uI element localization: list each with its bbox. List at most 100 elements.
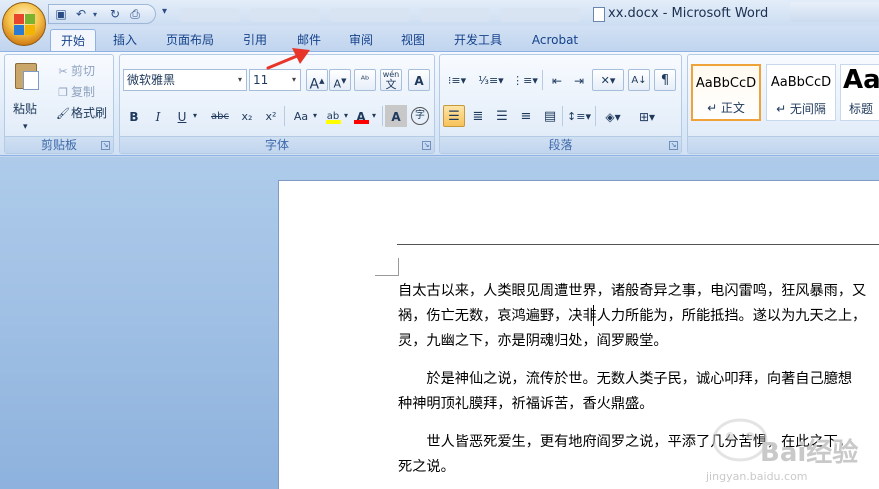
ribbon: 粘贴 ▾ ✂ 剪切 ❐ 复制 🖌格式刷 剪贴板 ↘ 微软雅黑 ▾ 11 ▾ A▲ A…: [0, 51, 879, 156]
tab-page-layout[interactable]: 页面布局: [160, 29, 220, 52]
style-sample: AaBbCcD: [770, 75, 832, 90]
paste-dropdown-icon[interactable]: ▾: [23, 117, 28, 137]
body-line[interactable]: 死之说。: [398, 455, 455, 480]
paragraph-group-label: 段落: [440, 136, 681, 153]
clipboard-launcher-icon[interactable]: ↘: [101, 141, 110, 150]
tab-developer[interactable]: 开发工具: [446, 29, 510, 52]
justify-button[interactable]: ≡: [515, 105, 537, 127]
print-preview-icon[interactable]: ⎙: [127, 7, 143, 22]
separator: [595, 106, 596, 126]
paste-icon[interactable]: [13, 61, 41, 91]
style-name: 标题: [849, 102, 874, 116]
italic-button[interactable]: I: [147, 105, 169, 127]
annotation-arrow-icon: [266, 48, 310, 70]
cut-label: 剪切: [71, 64, 96, 78]
decrease-indent-button[interactable]: ⇤: [546, 69, 568, 91]
font-name-value: 微软雅黑: [127, 73, 176, 87]
style-heading[interactable]: Aa 标题: [840, 64, 879, 121]
align-left-button[interactable]: ☰: [443, 105, 465, 127]
shrink-font-button[interactable]: A▼: [329, 69, 351, 91]
font-group-label: 字体: [120, 136, 434, 153]
tab-home[interactable]: 开始: [50, 29, 96, 52]
strikethrough-button[interactable]: abc: [206, 105, 234, 127]
format-painter-button[interactable]: 🖌格式刷: [55, 103, 107, 123]
window-controls[interactable]: [790, 2, 879, 22]
clear-formatting-button[interactable]: ᴬᵇ: [354, 69, 376, 91]
tab-acrobat[interactable]: Acrobat: [524, 29, 586, 52]
highlight-color-bar: [326, 120, 341, 124]
separator: [562, 106, 563, 126]
font-launcher-icon[interactable]: ↘: [422, 141, 431, 150]
blurred-taskbar-item: [420, 8, 490, 22]
style-no-spacing[interactable]: AaBbCcD ↵ 无间隔: [766, 64, 836, 121]
font-color-button[interactable]: A: [350, 105, 372, 127]
body-line[interactable]: 於是神仙之说，流传於世。无数人类子民，诚心叩拜，向著自己臆想: [398, 367, 852, 392]
styles-group-label: [688, 136, 879, 153]
change-case-button[interactable]: Aa: [288, 105, 314, 127]
multilevel-list-button[interactable]: ⋮≡▾: [510, 69, 540, 91]
body-line[interactable]: 自太古以来，人类眼见周遭世界，诸般奇异之事，电闪雷鸣，狂风暴雨，又: [398, 279, 866, 304]
undo-dropdown-icon[interactable]: ▾: [87, 7, 103, 22]
ribbon-tabs: 开始 插入 页面布局 引用 邮件 审阅 视图 开发工具 Acrobat: [0, 26, 879, 52]
separator: [284, 106, 285, 126]
show-hide-marks-button[interactable]: ¶: [654, 69, 676, 91]
align-center-button[interactable]: ≣: [467, 105, 489, 127]
tab-review[interactable]: 审阅: [340, 29, 382, 52]
body-line[interactable]: 灵，九幽之下，亦是阴魂归处，阎罗殿堂。: [398, 329, 668, 354]
styles-group: AaBbCcD ↵ 正文 AaBbCcD ↵ 无间隔 Aa 标题: [687, 54, 879, 154]
clipboard-group: 粘贴 ▾ ✂ 剪切 ❐ 复制 🖌格式刷 剪贴板 ↘: [4, 54, 114, 154]
tab-view[interactable]: 视图: [392, 29, 434, 52]
brush-icon: 🖌: [56, 106, 70, 120]
bullets-button[interactable]: ⁝≡▾: [443, 69, 471, 91]
text-cursor: [593, 305, 594, 326]
style-name: ↵ 正文: [707, 101, 745, 115]
phonetic-guide-button[interactable]: wén 文: [380, 69, 402, 91]
line-spacing-button[interactable]: ↕≡▾: [565, 105, 593, 127]
chinese-layout-button[interactable]: ✕▾: [592, 69, 624, 91]
office-button[interactable]: [2, 2, 46, 46]
borders-button[interactable]: ⊞▾: [632, 105, 662, 127]
character-shading-button[interactable]: A: [385, 105, 407, 127]
superscript-button[interactable]: x²: [260, 105, 282, 127]
font-color-bar: [354, 120, 369, 124]
paragraph-launcher-icon[interactable]: ↘: [669, 141, 678, 150]
distributed-button[interactable]: ▤: [539, 105, 561, 127]
tab-insert[interactable]: 插入: [104, 29, 146, 52]
style-sample: AaBbCcD: [695, 76, 757, 91]
font-color-dropdown-icon[interactable]: ▾: [372, 106, 376, 126]
cut-button[interactable]: ✂ 剪切: [55, 61, 95, 81]
body-line[interactable]: 祸，伤亡无数，哀鸿遍野，决非人力所能为，所能抵挡。遂以为九天之上，: [398, 304, 866, 329]
enclose-characters-button[interactable]: 字: [411, 107, 429, 125]
office-logo-icon: [14, 14, 36, 36]
text-highlight-button[interactable]: ab: [322, 105, 344, 127]
watermark-url: jingyan.baidu.com: [706, 470, 808, 483]
numbering-button[interactable]: ⅓≡▾: [476, 69, 506, 91]
bold-button[interactable]: B: [123, 105, 145, 127]
increase-indent-button[interactable]: ⇥: [568, 69, 590, 91]
sort-button[interactable]: A↓: [628, 69, 650, 91]
font-name-combo[interactable]: 微软雅黑 ▾: [123, 69, 247, 91]
style-name: ↵ 无间隔: [776, 102, 826, 116]
underline-dropdown-icon[interactable]: ▾: [193, 106, 197, 126]
style-sample: Aa: [843, 65, 879, 95]
separator: [542, 70, 543, 90]
shading-button[interactable]: ◈▾: [598, 105, 628, 127]
subscript-button[interactable]: x₂: [236, 105, 258, 127]
copy-button[interactable]: ❐ 复制: [55, 82, 95, 102]
chevron-down-icon[interactable]: ▾: [234, 70, 246, 90]
clipboard-group-label: 剪贴板: [5, 136, 113, 153]
style-normal[interactable]: AaBbCcD ↵ 正文: [691, 64, 761, 121]
align-right-button[interactable]: ☰: [491, 105, 513, 127]
character-border-button[interactable]: A: [408, 69, 430, 91]
separator: [382, 106, 383, 126]
window-title: xx.docx - Microsoft Word: [608, 6, 769, 21]
save-icon[interactable]: ▣: [53, 7, 69, 22]
change-case-dropdown-icon[interactable]: ▾: [313, 106, 317, 126]
body-line[interactable]: 种神明顶礼膜拜，祈福诉苦，香火鼎盛。: [398, 392, 653, 417]
highlight-dropdown-icon[interactable]: ▾: [344, 106, 348, 126]
customize-qat-icon[interactable]: ▾: [162, 6, 167, 17]
redo-icon[interactable]: ↻: [107, 7, 123, 22]
blurred-taskbar-item: [180, 8, 240, 22]
paste-button[interactable]: 粘贴: [13, 99, 37, 119]
underline-button[interactable]: U: [171, 105, 193, 127]
